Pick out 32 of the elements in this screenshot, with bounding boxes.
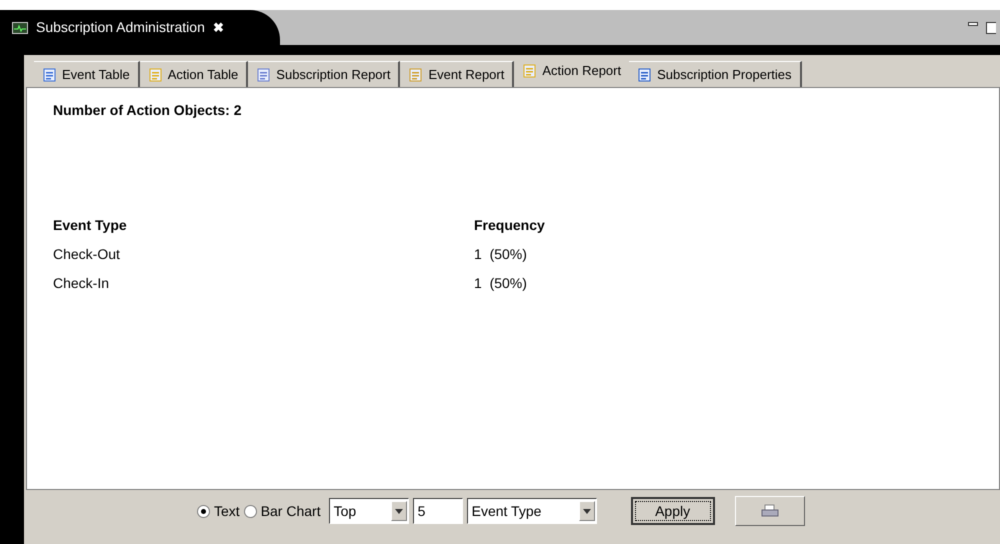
close-button[interactable]: ✖ [212,18,224,38]
tab-icon [522,62,538,78]
table-cell-text: 1 (50%) [474,274,528,293]
maximize-icon[interactable] [986,22,996,34]
column-header: Event Type [53,216,128,235]
tab-icon [408,66,424,82]
print-button[interactable] [734,496,805,526]
printer-icon [760,504,779,518]
tab-icon [256,66,272,82]
column-header: Frequency [474,216,546,235]
tab-icon [148,66,164,82]
tab-icon [637,66,654,82]
count-field[interactable]: 5 [412,498,463,524]
tab[interactable]: Event Table [34,61,140,87]
group-by-dropdown[interactable]: Event Type [466,498,597,524]
radio-option[interactable]: Text [197,500,240,522]
monitor-icon [12,22,28,34]
range-dropdown[interactable]: Top [328,498,409,524]
table-cell-text: Check-Out [53,245,121,264]
apply-button[interactable]: Apply [630,497,715,525]
tab-icon [42,66,58,82]
tab[interactable]: Action Table [140,61,248,87]
tab[interactable]: Event Report [400,61,514,87]
editor-title: Subscription Administration [36,18,205,37]
editor-tab[interactable]: Subscription Administration ✖ [0,10,280,45]
table-cell-text: Check-In [53,274,110,293]
minimize-icon[interactable] [968,22,978,26]
tab[interactable]: Subscription Properties [629,61,802,87]
table-cell-text: 1 (50%) [474,245,528,264]
summary-text: Number of Action Objects: 2 [53,101,243,120]
radio-option[interactable]: Bar Chart [244,500,321,522]
tab[interactable]: Subscription Report [248,61,400,87]
